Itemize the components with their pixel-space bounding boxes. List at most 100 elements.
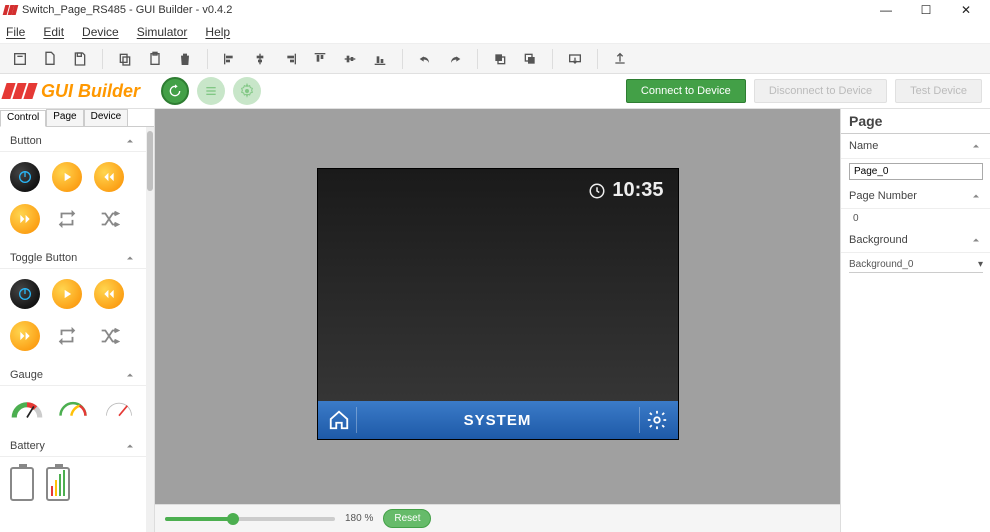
sidebar-tab-device[interactable]: Device xyxy=(84,109,129,126)
chevron-up-icon xyxy=(124,135,136,147)
menu-help[interactable]: Help xyxy=(205,25,230,39)
widget-shuffle-icon[interactable] xyxy=(94,204,124,234)
brandbar: GUI Builder Connect to Device Disconnect… xyxy=(0,74,990,109)
widget-toggle-rewind[interactable] xyxy=(94,279,124,309)
window-title: Switch_Page_RS485 - GUI Builder - v0.4.2 xyxy=(22,4,232,16)
menubar: File Edit Device Simulator Help xyxy=(0,20,990,44)
connect-device-button[interactable]: Connect to Device xyxy=(626,79,746,103)
prop-background-header[interactable]: Background xyxy=(841,228,990,253)
zoom-percent: 180 % xyxy=(345,513,373,524)
clock-icon xyxy=(588,182,606,200)
paste-button[interactable] xyxy=(141,47,169,71)
prop-label: Name xyxy=(849,140,878,152)
titlebar: Switch_Page_RS485 - GUI Builder - v0.4.2… xyxy=(0,0,990,20)
section-header-battery[interactable]: Battery xyxy=(0,432,146,457)
device-preview[interactable]: 10:35 SYSTEM xyxy=(318,169,678,439)
minimize-button[interactable]: — xyxy=(866,0,906,20)
widget-battery-bars[interactable] xyxy=(46,467,70,501)
menu-edit[interactable]: Edit xyxy=(43,25,64,39)
section-header-gauge[interactable]: Gauge xyxy=(0,361,146,386)
widget-toggle-forward[interactable] xyxy=(10,321,40,351)
home-icon[interactable] xyxy=(328,409,350,431)
preview-clock: 10:35 xyxy=(588,179,663,202)
zoom-slider[interactable] xyxy=(165,517,335,521)
background-value: Background_0 xyxy=(849,259,914,270)
widget-battery-empty[interactable] xyxy=(10,467,34,501)
section-label: Battery xyxy=(10,440,45,452)
delete-button[interactable] xyxy=(171,47,199,71)
section-label: Gauge xyxy=(10,369,43,381)
copy-button[interactable] xyxy=(111,47,139,71)
prop-name-header[interactable]: Name xyxy=(841,134,990,159)
maximize-button[interactable]: ☐ xyxy=(906,0,946,20)
widget-play-button[interactable] xyxy=(52,162,82,192)
properties-panel: Page Name Page Number 0 Background Backg… xyxy=(840,109,990,532)
download-button[interactable] xyxy=(561,47,589,71)
widget-power-button[interactable] xyxy=(10,162,40,192)
open-button[interactable] xyxy=(36,47,64,71)
widget-toggle-play[interactable] xyxy=(52,279,82,309)
redo-button[interactable] xyxy=(441,47,469,71)
widget-toggle-repeat[interactable] xyxy=(52,321,82,351)
widget-forward-button[interactable] xyxy=(10,204,40,234)
widget-rewind-button[interactable] xyxy=(94,162,124,192)
sidebar-tab-control[interactable]: Control xyxy=(0,110,46,127)
section-label: Button xyxy=(10,135,42,147)
new-button[interactable] xyxy=(6,47,34,71)
widget-toggle-power[interactable] xyxy=(10,279,40,309)
chevron-up-icon xyxy=(124,440,136,452)
widget-gauge-1[interactable] xyxy=(10,396,44,422)
send-back-button[interactable] xyxy=(516,47,544,71)
align-right-button[interactable] xyxy=(276,47,304,71)
section-label: Toggle Button xyxy=(10,252,77,264)
widget-repeat-icon[interactable] xyxy=(52,204,82,234)
brand-logo-icon xyxy=(4,83,37,99)
preview-footer-label: SYSTEM xyxy=(363,412,633,429)
close-button[interactable]: ✕ xyxy=(946,0,986,20)
test-device-button: Test Device xyxy=(895,79,982,103)
menu-file[interactable]: File xyxy=(6,25,25,39)
preview-footer: SYSTEM xyxy=(318,401,678,439)
section-header-button[interactable]: Button xyxy=(0,127,146,152)
chevron-up-icon xyxy=(124,252,136,264)
sidebar-scrollbar[interactable] xyxy=(146,127,154,532)
align-bottom-button[interactable] xyxy=(366,47,394,71)
menu-device[interactable]: Device xyxy=(82,25,119,39)
save-button[interactable] xyxy=(66,47,94,71)
menu-simulator[interactable]: Simulator xyxy=(137,25,188,39)
gear-icon[interactable] xyxy=(646,409,668,431)
upload-button[interactable] xyxy=(606,47,634,71)
canvas-area[interactable]: 10:35 SYSTEM 180 % Reset xyxy=(155,109,840,532)
properties-title: Page xyxy=(841,109,990,134)
separator xyxy=(402,49,403,69)
background-select[interactable]: Background_0 ▾ xyxy=(849,257,983,273)
widget-gauge-2[interactable] xyxy=(56,399,90,419)
app-logo-icon xyxy=(4,3,18,17)
align-center-h-button[interactable] xyxy=(246,47,274,71)
undo-button[interactable] xyxy=(411,47,439,71)
zoom-reset-button[interactable]: Reset xyxy=(383,509,431,528)
cycle-icon[interactable] xyxy=(161,77,189,105)
widget-toggle-shuffle[interactable] xyxy=(94,321,124,351)
preview-time-text: 10:35 xyxy=(612,179,663,202)
separator xyxy=(102,49,103,69)
toolbar xyxy=(0,44,990,74)
sidebar-tab-page[interactable]: Page xyxy=(46,109,83,126)
prop-pagenum-header[interactable]: Page Number xyxy=(841,184,990,209)
list-icon[interactable] xyxy=(197,77,225,105)
widget-gauge-3[interactable] xyxy=(102,399,136,419)
bring-front-button[interactable] xyxy=(486,47,514,71)
page-name-input[interactable] xyxy=(849,163,983,180)
brand-text: GUI Builder xyxy=(41,81,140,102)
prop-label: Background xyxy=(849,234,908,246)
chevron-up-icon xyxy=(970,234,982,246)
settings-icon[interactable] xyxy=(233,77,261,105)
separator xyxy=(477,49,478,69)
align-top-button[interactable] xyxy=(306,47,334,71)
align-center-v-button[interactable] xyxy=(336,47,364,71)
chevron-up-icon xyxy=(970,190,982,202)
align-left-button[interactable] xyxy=(216,47,244,71)
separator xyxy=(597,49,598,69)
prop-label: Page Number xyxy=(849,190,917,202)
section-header-toggle[interactable]: Toggle Button xyxy=(0,244,146,269)
